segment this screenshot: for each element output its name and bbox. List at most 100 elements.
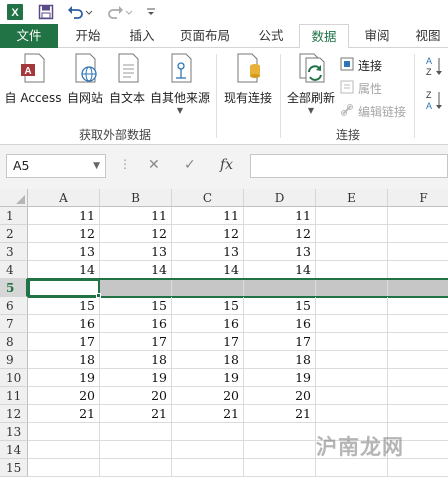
cell-b9[interactable]: 18 xyxy=(100,351,172,369)
cell-f11[interactable] xyxy=(388,387,448,405)
cell-f9[interactable] xyxy=(388,351,448,369)
row-header-15[interactable]: 15 xyxy=(0,459,28,477)
properties-button[interactable]: 属性 xyxy=(340,79,382,97)
tab-data[interactable]: 数据 xyxy=(299,24,349,49)
cell-d9[interactable]: 18 xyxy=(244,351,316,369)
cell-f4[interactable] xyxy=(388,261,448,279)
cell-b14[interactable] xyxy=(100,441,172,459)
cell-f2[interactable] xyxy=(388,225,448,243)
tab-home[interactable]: 开始 xyxy=(64,24,112,48)
cell-e3[interactable] xyxy=(316,243,388,261)
cell-b8[interactable]: 17 xyxy=(100,333,172,351)
cell-a1[interactable]: 11 xyxy=(28,207,100,225)
cell-a8[interactable]: 17 xyxy=(28,333,100,351)
row-header-10[interactable]: 10 xyxy=(0,369,28,387)
cell-e1[interactable] xyxy=(316,207,388,225)
row-header-4[interactable]: 4 xyxy=(0,261,28,279)
row-header-2[interactable]: 2 xyxy=(0,225,28,243)
cell-a3[interactable]: 13 xyxy=(28,243,100,261)
cell-c3[interactable]: 13 xyxy=(172,243,244,261)
cell-e6[interactable] xyxy=(316,297,388,315)
row-header-6[interactable]: 6 xyxy=(0,297,28,315)
cell-b4[interactable]: 14 xyxy=(100,261,172,279)
cell-b13[interactable] xyxy=(100,423,172,441)
cell-e12[interactable] xyxy=(316,405,388,423)
cell-d14[interactable] xyxy=(244,441,316,459)
cell-a11[interactable]: 20 xyxy=(28,387,100,405)
cell-b1[interactable]: 11 xyxy=(100,207,172,225)
column-header-a[interactable]: A xyxy=(28,189,100,207)
row-header-9[interactable]: 9 xyxy=(0,351,28,369)
cell-d3[interactable]: 13 xyxy=(244,243,316,261)
cell-e15[interactable] xyxy=(316,459,388,477)
cell-d15[interactable] xyxy=(244,459,316,477)
cell-e11[interactable] xyxy=(316,387,388,405)
cell-c2[interactable]: 12 xyxy=(172,225,244,243)
refresh-all-button[interactable]: 全部刷新 ▼ xyxy=(284,52,338,115)
cell-b3[interactable]: 13 xyxy=(100,243,172,261)
cell-e10[interactable] xyxy=(316,369,388,387)
cell-a12[interactable]: 21 xyxy=(28,405,100,423)
cell-a6[interactable]: 15 xyxy=(28,297,100,315)
row-header-8[interactable]: 8 xyxy=(0,333,28,351)
cell-c15[interactable] xyxy=(172,459,244,477)
tab-insert[interactable]: 插入 xyxy=(118,24,166,48)
row-header-11[interactable]: 11 xyxy=(0,387,28,405)
cell-c12[interactable]: 21 xyxy=(172,405,244,423)
cell-f10[interactable] xyxy=(388,369,448,387)
tab-formulas[interactable]: 公式 xyxy=(248,24,294,48)
cell-e9[interactable] xyxy=(316,351,388,369)
connections-button[interactable]: 连接 xyxy=(340,56,382,74)
save-icon[interactable] xyxy=(36,2,56,22)
cell-a9[interactable]: 18 xyxy=(28,351,100,369)
cell-d11[interactable]: 20 xyxy=(244,387,316,405)
cell-d6[interactable]: 15 xyxy=(244,297,316,315)
cell-d13[interactable] xyxy=(244,423,316,441)
cell-a4[interactable]: 14 xyxy=(28,261,100,279)
formula-input[interactable] xyxy=(250,154,448,178)
cell-c8[interactable]: 17 xyxy=(172,333,244,351)
cell-b7[interactable]: 16 xyxy=(100,315,172,333)
row-header-13[interactable]: 13 xyxy=(0,423,28,441)
existing-connections-button[interactable]: 现有连接 xyxy=(220,52,276,108)
sort-a-to-z-button[interactable]: AZ xyxy=(424,56,444,77)
from-text-button[interactable]: 自文本 xyxy=(106,52,148,108)
from-access-button[interactable]: A 自 Access xyxy=(2,52,64,108)
cell-b11[interactable]: 20 xyxy=(100,387,172,405)
cell-f15[interactable] xyxy=(388,459,448,477)
cell-b10[interactable]: 19 xyxy=(100,369,172,387)
edit-links-button[interactable]: 编辑链接 xyxy=(340,102,406,120)
name-box[interactable]: A5 ▼ xyxy=(6,154,106,178)
cell-b12[interactable]: 21 xyxy=(100,405,172,423)
cell-c6[interactable]: 15 xyxy=(172,297,244,315)
column-header-f[interactable]: F xyxy=(388,189,448,207)
chevron-down-icon[interactable]: ▼ xyxy=(93,155,100,177)
cell-d10[interactable]: 19 xyxy=(244,369,316,387)
cell-d1[interactable]: 11 xyxy=(244,207,316,225)
cell-d2[interactable]: 12 xyxy=(244,225,316,243)
cell-a10[interactable]: 19 xyxy=(28,369,100,387)
cell-e8[interactable] xyxy=(316,333,388,351)
cell-a14[interactable] xyxy=(28,441,100,459)
cell-a7[interactable]: 16 xyxy=(28,315,100,333)
tab-review[interactable]: 审阅 xyxy=(354,24,400,48)
row-header-12[interactable]: 12 xyxy=(0,405,28,423)
cell-a13[interactable] xyxy=(28,423,100,441)
column-header-b[interactable]: B xyxy=(100,189,172,207)
cell-c13[interactable] xyxy=(172,423,244,441)
cell-d8[interactable]: 17 xyxy=(244,333,316,351)
cell-d4[interactable]: 14 xyxy=(244,261,316,279)
cell-e7[interactable] xyxy=(316,315,388,333)
from-web-button[interactable]: 自网站 xyxy=(64,52,106,108)
redo-icon[interactable] xyxy=(106,2,134,22)
column-header-e[interactable]: E xyxy=(316,189,388,207)
cell-f12[interactable] xyxy=(388,405,448,423)
cell-c10[interactable]: 19 xyxy=(172,369,244,387)
sort-z-to-a-button[interactable]: ZA xyxy=(424,90,444,111)
enter-icon[interactable]: ✓ xyxy=(184,157,196,173)
cell-e2[interactable] xyxy=(316,225,388,243)
row-header-1[interactable]: 1 xyxy=(0,207,28,225)
tab-view[interactable]: 视图 xyxy=(408,24,448,48)
row-header-7[interactable]: 7 xyxy=(0,315,28,333)
cell-b15[interactable] xyxy=(100,459,172,477)
